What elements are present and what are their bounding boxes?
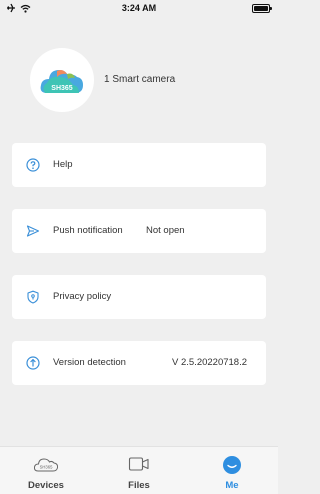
tab-bar: SH365 Devices Files Me [0, 446, 278, 494]
sh365-cloud-logo-icon: SH365 [40, 70, 83, 93]
avatar[interactable]: SH365 [30, 48, 94, 112]
push-notification-value: Not open [146, 225, 185, 236]
tab-devices-label: Devices [28, 480, 64, 491]
upgrade-arrow-icon [26, 356, 40, 370]
privacy-policy-label: Privacy policy [53, 291, 112, 302]
logo-text: SH365 [51, 85, 73, 92]
tab-files[interactable]: Files [93, 447, 185, 494]
version-value: V 2.5.20220718.2 [172, 357, 248, 368]
me-smile-icon [223, 456, 241, 474]
profile-header[interactable]: SH365 1 Smart camera [0, 44, 278, 120]
status-time: 3:24 AM [121, 3, 157, 13]
video-camera-icon [128, 457, 149, 471]
help-item[interactable]: Help [12, 143, 266, 187]
version-detection-label: Version detection [53, 357, 126, 368]
tab-files-label: Files [128, 480, 150, 491]
devices-icon-text: SH365 [40, 464, 53, 469]
tab-me[interactable]: Me [186, 447, 278, 494]
version-detection-item[interactable]: Version detection V 2.5.20220718.2 [12, 341, 266, 385]
tab-devices[interactable]: SH365 Devices [0, 447, 92, 494]
status-bar: 3:24 AM [0, 0, 278, 18]
help-label: Help [53, 159, 73, 170]
battery-icon [252, 4, 272, 13]
shield-icon [27, 290, 39, 304]
privacy-policy-item[interactable]: Privacy policy [12, 275, 266, 319]
help-circle-icon [26, 158, 40, 172]
tab-me-label: Me [225, 480, 239, 491]
send-icon [26, 225, 40, 237]
profile-name: 1 Smart camera [104, 74, 176, 85]
push-notification-label: Push notification [53, 225, 123, 236]
push-notification-item[interactable]: Push notification Not open [12, 209, 266, 253]
devices-cloud-icon: SH365 [33, 458, 59, 472]
